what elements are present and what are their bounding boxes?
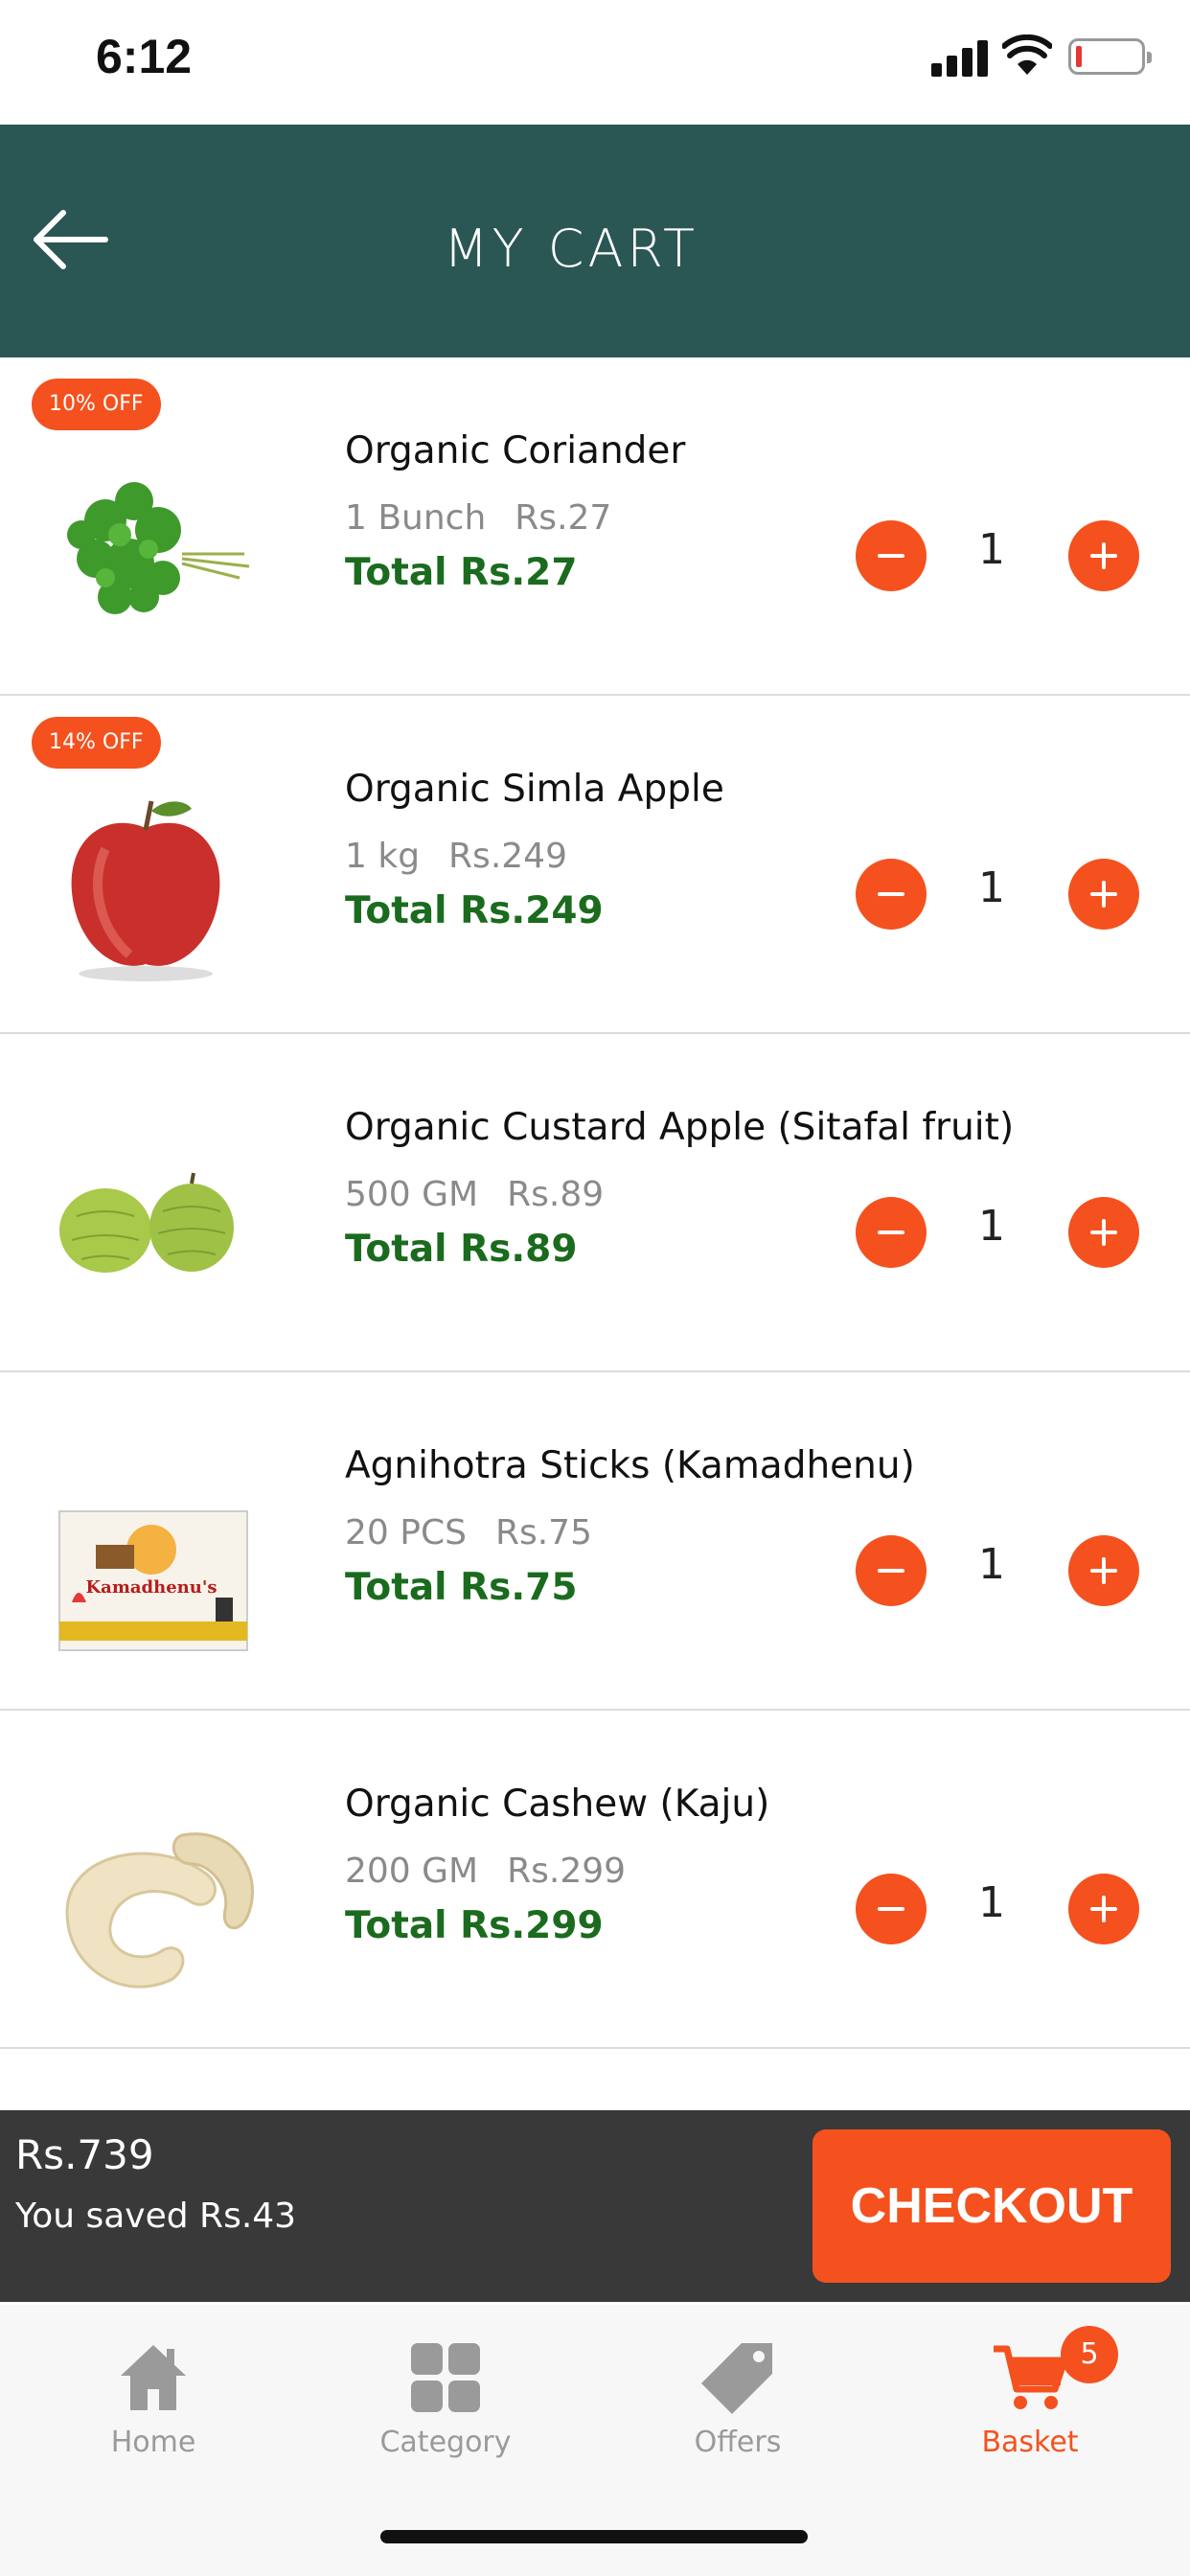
nav-item-home[interactable]: Home (57, 2339, 249, 2473)
product-unit: 1 kg (345, 837, 421, 876)
checkout-bar: Rs.739 You saved Rs.43 CHECKOUT (0, 2110, 1190, 2302)
product-meta: 1 kg Rs.249 (345, 837, 567, 876)
product-price: Rs.75 (494, 1513, 592, 1552)
increase-quantity-button[interactable] (1068, 1197, 1139, 1268)
custard-apple-image (59, 1172, 234, 1273)
cashew-image (65, 1832, 254, 1989)
product-total: Total Rs.299 (345, 1904, 604, 1947)
product-unit: 200 GM (345, 1852, 479, 1891)
package-brand-text: Kamadhenu's (86, 1577, 217, 1598)
product-meta: 200 GM Rs.299 (345, 1852, 626, 1891)
increase-quantity-button[interactable] (1068, 520, 1139, 591)
quantity-value: 1 (978, 1202, 1005, 1251)
battery-icon (1068, 38, 1152, 75)
quantity-value: 1 (978, 863, 1005, 912)
product-price: Rs.299 (507, 1852, 627, 1891)
increase-quantity-button[interactable] (1068, 1874, 1139, 1944)
grid-icon (411, 2343, 480, 2412)
product-name: Organic Coriander (345, 429, 686, 472)
status-bar: 6:12 (0, 0, 1190, 125)
app-header: MY CART (0, 125, 1190, 357)
nav-item-category[interactable]: Category (350, 2339, 541, 2473)
product-name: Organic Simla Apple (345, 768, 724, 811)
savings-text: You saved Rs.43 (15, 2196, 297, 2236)
decrease-quantity-button[interactable] (856, 520, 927, 591)
product-name: Organic Cashew (Kaju) (345, 1782, 770, 1826)
product-price: Rs.249 (448, 837, 567, 876)
product-meta: 500 GM Rs.89 (345, 1175, 604, 1214)
nav-label: Home (110, 2426, 196, 2459)
cart-item: 10% OFF Organic Coriander 1 Bunch Rs.27 T… (0, 357, 1190, 696)
tag-icon (701, 2343, 772, 2414)
quantity-value: 1 (978, 1878, 1005, 1927)
cart-list: 10% OFF Organic Coriander 1 Bunch Rs.27 T… (0, 357, 1190, 2049)
increase-quantity-button[interactable] (1068, 1535, 1139, 1606)
nav-label: Category (379, 2426, 512, 2459)
product-meta: 1 Bunch Rs.27 (345, 498, 611, 538)
status-time: 6:12 (96, 30, 193, 83)
product-unit: 1 Bunch (345, 498, 487, 538)
cart-icon (994, 2345, 1068, 2409)
decrease-quantity-button[interactable] (856, 859, 927, 930)
product-name: Organic Custard Apple (Sitafal fruit) (345, 1106, 1015, 1149)
product-total: Total Rs.249 (345, 889, 604, 932)
product-price: Rs.89 (507, 1175, 605, 1214)
discount-badge: 10% OFF (32, 379, 161, 430)
discount-badge: 14% OFF (32, 717, 161, 769)
product-total: Total Rs.75 (345, 1566, 578, 1609)
product-total: Total Rs.89 (345, 1228, 578, 1271)
agnihotra-sticks-package-image: Kamadhenu's (58, 1510, 248, 1651)
apple-image (71, 800, 220, 981)
page-title: MY CART (444, 218, 698, 279)
decrease-quantity-button[interactable] (856, 1197, 927, 1268)
coriander-image (67, 482, 250, 614)
home-indicator (380, 2530, 808, 2543)
increase-quantity-button[interactable] (1068, 859, 1139, 930)
product-price: Rs.27 (515, 498, 612, 538)
product-meta: 20 PCS Rs.75 (345, 1513, 592, 1552)
product-name: Agnihotra Sticks (Kamadhenu) (345, 1444, 915, 1487)
cart-item: Organic Cashew (Kaju) 200 GM Rs.299 Total… (0, 1711, 1190, 2049)
cart-item: Kamadhenu's Agnihotra Sticks (Kamadhenu)… (0, 1372, 1190, 1711)
quantity-value: 1 (978, 1540, 1005, 1589)
cart-item: 14% OFF Organic Simla Apple 1 kg Rs.249 T… (0, 696, 1190, 1034)
decrease-quantity-button[interactable] (856, 1874, 927, 1944)
signal-icon (931, 38, 989, 77)
cart-item: Organic Custard Apple (Sitafal fruit) 50… (0, 1034, 1190, 1372)
nav-item-offers[interactable]: Offers (642, 2339, 834, 2473)
checkout-button[interactable]: CHECKOUT (812, 2129, 1171, 2283)
cart-total: Rs.739 (15, 2131, 154, 2178)
basket-count-badge: 5 (1061, 2326, 1118, 2383)
home-icon (121, 2345, 186, 2410)
decrease-quantity-button[interactable] (856, 1535, 927, 1606)
product-total: Total Rs.27 (345, 551, 578, 594)
quantity-value: 1 (978, 525, 1005, 574)
product-unit: 20 PCS (345, 1513, 467, 1552)
nav-label: Basket (981, 2426, 1079, 2459)
nav-label: Offers (694, 2426, 782, 2459)
wifi-icon (1002, 34, 1052, 75)
product-unit: 500 GM (345, 1175, 479, 1214)
